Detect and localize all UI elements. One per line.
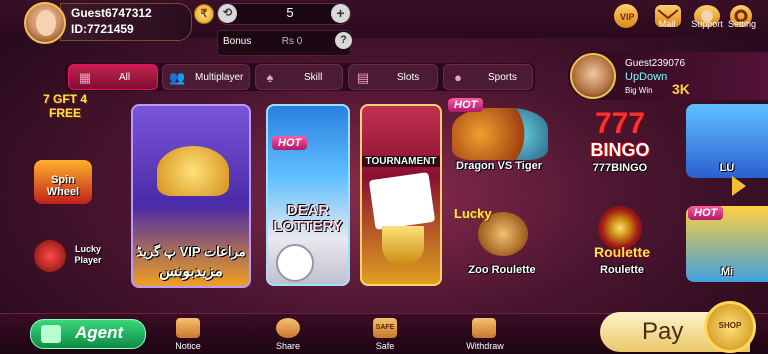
balance-amount: 5	[286, 5, 294, 20]
withdraw-label[interactable]: Withdraw	[460, 341, 510, 351]
game-zoo-roulette[interactable]: Lucky Zoo Roulette	[452, 206, 552, 282]
grid-icon: ▦	[78, 70, 92, 85]
tab-multiplayer[interactable]: 👥 Multiplayer	[162, 64, 250, 90]
share-label[interactable]: Share	[263, 341, 313, 351]
lottery-ball-icon	[276, 244, 314, 282]
user-name: Guest6747312	[71, 6, 152, 20]
withdraw-icon[interactable]	[472, 318, 496, 338]
notice-label[interactable]: Notice	[163, 341, 213, 351]
big-win-label: Big Win	[625, 86, 653, 95]
winner-name: Guest239076	[625, 58, 686, 69]
slot-machine-icon: ▤	[356, 70, 370, 85]
lucky-player-promo[interactable]: Lucky Player	[34, 238, 104, 274]
game-roulette[interactable]: Roulette Roulette	[570, 204, 674, 282]
rupee-coin-icon: ₹	[194, 4, 214, 24]
tournament-card[interactable]: TOURNAMENT	[360, 104, 442, 286]
vip-icon[interactable]: VIP	[614, 4, 638, 28]
refresh-balance-button[interactable]: ⟲	[218, 4, 237, 23]
hot-badge: HOT	[448, 98, 484, 112]
notice-icon[interactable]	[176, 318, 200, 338]
tab-all[interactable]: ▦ All	[68, 64, 158, 90]
gift-promo[interactable]: 7 GFT 4 FREE	[36, 92, 94, 126]
game-dragon-vs-tiger[interactable]: HOT Dragon VS Tiger	[446, 98, 552, 178]
dear-lottery-card[interactable]: HOT DEAR LOTTERY	[266, 104, 350, 286]
hot-badge: HOT	[272, 136, 308, 150]
hot-badge: HOT	[688, 206, 724, 220]
basketball-icon: ●	[454, 70, 462, 85]
scroll-right-arrow-icon[interactable]	[732, 176, 746, 196]
bonus-label: Bonus	[223, 36, 252, 47]
mail-label: Mail	[658, 19, 676, 29]
spin-wheel-promo[interactable]: Spin Wheel	[34, 160, 92, 204]
vip-promo-card[interactable]: پ گریڈ VIP مراعات مزیدبونس	[131, 104, 251, 288]
safe-icon[interactable]: SAFE	[373, 318, 397, 338]
winner-amount: 3K	[672, 81, 690, 97]
bonus-help-button[interactable]: ?	[335, 32, 352, 49]
user-avatar[interactable]	[24, 2, 66, 44]
dragon-tiger-art	[452, 108, 548, 160]
safe-label[interactable]: Safe	[360, 341, 410, 351]
handshake-icon[interactable]	[276, 318, 300, 338]
user-id: ID:7721459	[71, 22, 134, 36]
game-mi-partial[interactable]: HOT Mi	[686, 206, 768, 282]
trophy-icon	[382, 226, 424, 266]
playing-cards-icon	[368, 172, 436, 230]
tab-sports[interactable]: ● Sports	[443, 64, 533, 90]
pay-label: Pay	[642, 318, 684, 345]
support-label: Support	[691, 19, 723, 29]
winner-avatar	[570, 53, 616, 99]
game-lucky-partial[interactable]: LU	[686, 104, 768, 178]
winner-game: UpDown	[625, 71, 668, 83]
bonus-value: Rs 0	[281, 36, 303, 47]
cards-icon: ♠	[266, 70, 274, 85]
gift-icon	[41, 325, 61, 343]
genie-lamp-icon	[157, 146, 229, 196]
tab-slots[interactable]: ▤ Slots	[348, 64, 438, 90]
shop-label: SHOP	[718, 321, 742, 330]
setting-label: Setting	[727, 19, 757, 29]
users-icon: 👥	[169, 70, 186, 85]
sevens-icon: 777	[594, 107, 646, 140]
game-777bingo[interactable]: 777 BINGO 777BINGO	[568, 104, 672, 178]
agent-label: Agent	[75, 323, 124, 342]
svg-text:VIP: VIP	[620, 12, 635, 22]
tab-skill[interactable]: ♠ Skill	[255, 64, 343, 90]
deposit-plus-button[interactable]: +	[331, 4, 350, 23]
lucky-player-icon	[34, 240, 66, 272]
